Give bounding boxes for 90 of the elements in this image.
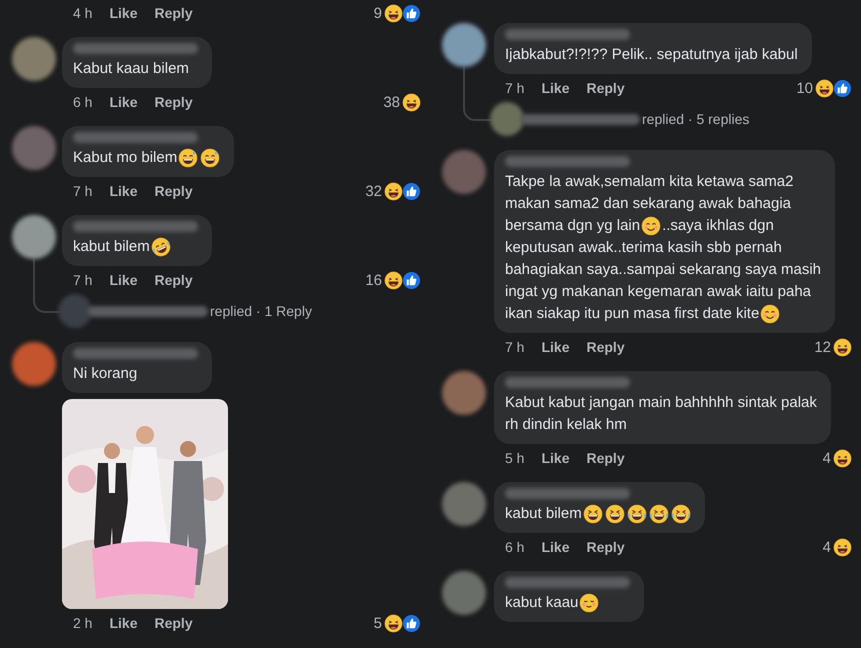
like-link[interactable]: Like <box>109 183 138 199</box>
thumbs-up-icon <box>402 614 421 632</box>
comment-text: Kabut kaau bilem <box>73 59 189 79</box>
comment-text: Kabut kabut jangan main bahhhhh sintak palak <box>505 393 817 413</box>
squinting-laugh-icon <box>604 504 625 524</box>
avatar[interactable] <box>12 37 56 81</box>
reaction-count: 38 <box>383 94 400 110</box>
comment-text: Kabut mo bilem <box>73 148 178 168</box>
comment-time: 7 h <box>505 339 524 355</box>
reply-link[interactable]: Reply <box>586 80 625 96</box>
laughing-face-icon <box>833 448 852 468</box>
avatar[interactable] <box>442 23 486 67</box>
sweat-smile-icon <box>178 148 198 168</box>
laughing-face-icon <box>384 182 403 200</box>
avatar[interactable] <box>442 571 486 615</box>
like-link[interactable]: Like <box>109 615 138 631</box>
reply-link[interactable]: Reply <box>586 339 625 355</box>
reaction-count: 12 <box>814 338 831 356</box>
comment-text: kabut bilem <box>73 237 150 257</box>
reaction-count: 16 <box>365 272 382 288</box>
reply-link[interactable]: Reply <box>154 94 193 110</box>
laughing-face-icon <box>384 614 403 632</box>
comment-time: 2 h <box>73 615 92 631</box>
comment-text: kabut kaau <box>505 593 578 613</box>
avatar[interactable] <box>12 126 56 170</box>
comment-text: ..saya ikhlas dgn <box>662 216 774 236</box>
rolling-laugh-icon <box>150 237 171 257</box>
comment-time: 6 h <box>73 94 92 110</box>
comment-text: Ijabkabut?!?!?? Pelik.. sepatutnya ijab kabul <box>505 45 798 65</box>
reply-link[interactable]: Reply <box>154 272 193 288</box>
comment-text: ikan siakap itu pun masa first date kite <box>505 304 760 324</box>
reaction-count: 4 <box>822 450 831 466</box>
comment-time: 6 h <box>505 539 524 555</box>
laughing-face-icon <box>384 4 403 22</box>
reply-link[interactable]: Reply <box>154 183 193 199</box>
view-replies-link[interactable]: replied · 5 replies <box>642 111 750 127</box>
smiling-face-icon <box>641 216 662 236</box>
tears-of-joy-icon <box>648 504 669 524</box>
like-link[interactable]: Like <box>541 450 570 466</box>
like-link[interactable]: Like <box>541 80 570 96</box>
reply-link[interactable]: Reply <box>154 615 193 631</box>
comment-text: ingat yg makanan kegemaran awak iaitu paha <box>505 282 812 302</box>
avatar[interactable] <box>442 371 486 415</box>
comment-text: keputusan awak..terima kasih sbb pernah <box>505 238 782 258</box>
avatar[interactable] <box>12 342 56 386</box>
avatar[interactable] <box>442 482 486 526</box>
comment-text: Takpe la awak,semalam kita ketawa sama2 <box>505 172 794 192</box>
laughing-face-icon <box>833 338 852 356</box>
reaction-count: 10 <box>796 80 813 96</box>
like-link[interactable]: Like <box>109 5 138 21</box>
smiling-face-icon <box>760 304 780 324</box>
like-link[interactable]: Like <box>541 539 570 555</box>
comment-text: bersama dgn yg lain <box>505 216 640 236</box>
comment-time: 7 h <box>505 80 524 96</box>
laughing-face-icon <box>815 78 834 98</box>
reaction-count: 32 <box>365 182 382 200</box>
thumbs-up-icon <box>402 4 421 22</box>
comment-time: 7 h <box>73 183 92 199</box>
like-link[interactable]: Like <box>109 94 138 110</box>
like-link[interactable]: Like <box>109 272 138 288</box>
comment-time: 5 h <box>505 450 524 466</box>
reaction-count: 4 <box>822 538 831 556</box>
thumbs-up-icon <box>402 182 421 200</box>
avatar[interactable] <box>442 150 486 194</box>
like-link[interactable]: Like <box>541 339 570 355</box>
laughing-face-icon <box>402 92 421 112</box>
comment-text: bahagiakan saya..sampai sekarang saya masih <box>505 260 822 280</box>
squinting-laugh-icon <box>582 504 603 524</box>
relieved-face-icon <box>579 593 600 613</box>
reply-link[interactable]: Reply <box>586 539 625 555</box>
avatar[interactable] <box>12 215 56 259</box>
reply-link[interactable]: Reply <box>586 450 625 466</box>
comment-time: 7 h <box>73 272 92 288</box>
comment-text: Ni korang <box>73 364 138 384</box>
laughing-face-icon <box>833 538 852 556</box>
reply-link[interactable]: Reply <box>154 5 193 21</box>
reaction-count: 5 <box>374 614 382 632</box>
comment-time: 4 h <box>73 5 92 21</box>
comment-text: kabut bilem <box>505 504 582 524</box>
thumbs-up-icon <box>833 78 852 98</box>
thumbs-up-icon <box>402 270 421 290</box>
comment-text: makan sama2 dan sekarang awak bahagia <box>505 194 792 214</box>
comment-text: rh dindin kelak hm <box>505 415 627 435</box>
tears-of-joy-icon <box>626 504 647 524</box>
tears-of-joy-icon <box>670 504 691 524</box>
avatar[interactable] <box>490 102 524 136</box>
view-replies-link[interactable]: replied · 1 Reply <box>210 303 312 319</box>
sweat-smile-icon <box>200 148 220 168</box>
laughing-face-icon <box>384 270 403 290</box>
reaction-count: 9 <box>374 4 382 22</box>
